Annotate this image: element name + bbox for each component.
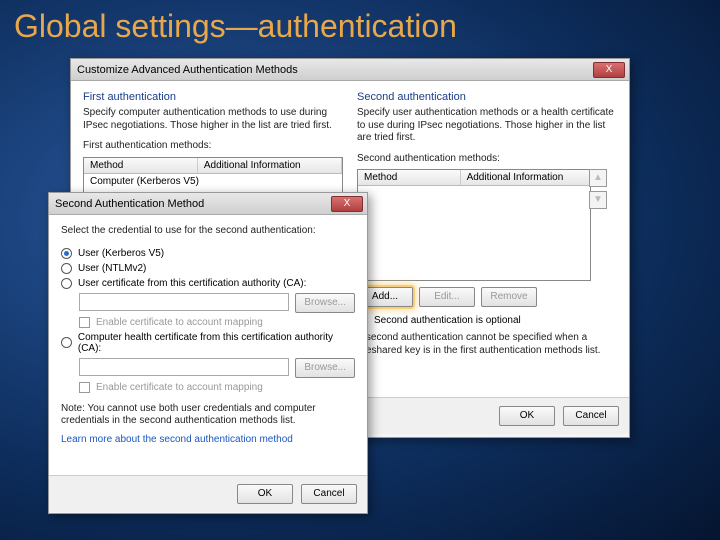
close-icon[interactable]: X xyxy=(593,62,625,78)
browse-button[interactable]: Browse... xyxy=(295,293,355,313)
first-auth-label: First authentication methods: xyxy=(83,140,343,153)
dlg1-titlebar[interactable]: Customize Advanced Authentication Method… xyxy=(71,59,629,81)
dlg2-prompt: Select the credential to use for the sec… xyxy=(61,225,355,238)
radio-label: User (NTLMv2) xyxy=(78,263,146,274)
remove-button[interactable]: Remove xyxy=(481,287,537,307)
slide-title: Global settings—authentication xyxy=(14,8,457,45)
radio-label: User (Kerberos V5) xyxy=(78,248,164,259)
radio-health-cert[interactable] xyxy=(61,337,72,348)
edit-button[interactable]: Edit... xyxy=(419,287,475,307)
second-auth-section: Second authentication Specify user authe… xyxy=(357,91,617,357)
col-info[interactable]: Additional Information xyxy=(198,158,342,173)
radio-label: User certificate from this certification… xyxy=(78,278,306,289)
second-auth-list[interactable]: Method Additional Information xyxy=(357,169,591,281)
radio-user-ntlm[interactable] xyxy=(61,263,72,274)
user-cert-ca-field[interactable] xyxy=(79,293,289,311)
col-method[interactable]: Method xyxy=(358,170,461,185)
second-auth-warning: A second authentication cannot be specif… xyxy=(357,332,617,357)
move-up-button[interactable]: ▲ xyxy=(589,169,607,187)
dlg1-title: Customize Advanced Authentication Method… xyxy=(75,64,593,76)
dlg2-titlebar[interactable]: Second Authentication Method X xyxy=(49,193,367,215)
ok-button[interactable]: OK xyxy=(499,406,555,426)
second-auth-heading: Second authentication xyxy=(357,91,617,103)
cancel-button[interactable]: Cancel xyxy=(301,484,357,504)
first-auth-heading: First authentication xyxy=(83,91,343,103)
map-label-2: Enable certificate to account mapping xyxy=(96,382,263,393)
second-auth-desc: Specify user authentication methods or a… xyxy=(357,107,617,145)
dlg2-note: Note: You cannot use both user credentia… xyxy=(61,403,355,428)
first-auth-desc: Specify computer authentication methods … xyxy=(83,107,343,132)
map-label-1: Enable certificate to account mapping xyxy=(96,317,263,328)
map-checkbox-2 xyxy=(79,382,90,393)
radio-user-cert[interactable] xyxy=(61,278,72,289)
cancel-button[interactable]: Cancel xyxy=(563,406,619,426)
col-info[interactable]: Additional Information xyxy=(461,170,590,185)
radio-label: Computer health certificate from this ce… xyxy=(78,332,355,354)
second-auth-method-dialog: Second Authentication Method X Select th… xyxy=(48,192,368,514)
move-down-button[interactable]: ▼ xyxy=(589,191,607,209)
list-item[interactable]: Computer (Kerberos V5) xyxy=(84,174,342,189)
radio-user-kerberos[interactable] xyxy=(61,248,72,259)
dlg2-title: Second Authentication Method xyxy=(53,198,331,210)
health-cert-ca-field[interactable] xyxy=(79,358,289,376)
browse-button[interactable]: Browse... xyxy=(295,358,355,378)
optional-label: Second authentication is optional xyxy=(374,315,521,326)
second-auth-label: Second authentication methods: xyxy=(357,153,617,166)
map-checkbox-1 xyxy=(79,317,90,328)
ok-button[interactable]: OK xyxy=(237,484,293,504)
close-icon[interactable]: X xyxy=(331,196,363,212)
col-method[interactable]: Method xyxy=(84,158,198,173)
learn-more-link[interactable]: Learn more about the second authenticati… xyxy=(61,434,355,445)
